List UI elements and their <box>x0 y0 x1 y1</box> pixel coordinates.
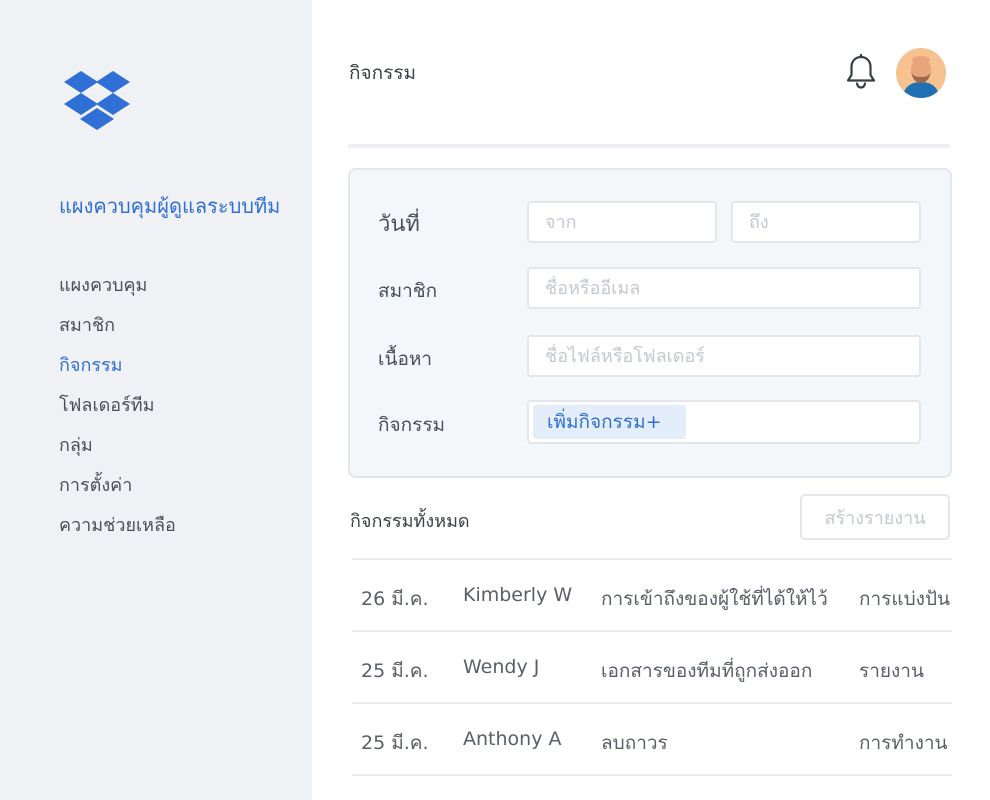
row-user: Anthony A <box>463 728 562 750</box>
row-description: เอกสารของทีมที่ถูกส่งออก <box>601 660 813 682</box>
row-date: 25 มี.ค. <box>361 660 429 682</box>
table-row[interactable]: 25 มี.ค. Anthony A ลบถาวร การทำงาน <box>352 702 952 776</box>
table-row[interactable]: 25 มี.ค. Wendy J เอกสารของทีมที่ถูกส่งออ… <box>352 630 952 702</box>
header-divider <box>348 144 950 148</box>
date-to-input[interactable] <box>731 201 921 243</box>
create-report-button[interactable]: สร้างรายงาน <box>800 494 950 540</box>
sidebar-item-dashboard[interactable]: แผงควบคุม <box>59 268 176 308</box>
member-input[interactable] <box>527 267 921 309</box>
bell-icon[interactable] <box>845 54 877 90</box>
row-description: การเข้าถึงของผู้ใช้ที่ได้ให้ไว้ <box>601 588 828 610</box>
admin-console-title[interactable]: แผงควบคุมผู้ดูแลระบบทีม <box>59 190 280 222</box>
row-date: 26 มี.ค. <box>361 588 429 610</box>
date-label: วันที่ <box>378 212 420 237</box>
sidebar-item-members[interactable]: สมาชิก <box>59 308 176 348</box>
filter-panel: วันที่ สมาชิก เนื้อหา กิจกรรม เพิ่มกิจกร… <box>348 168 952 478</box>
sidebar: แผงควบคุมผู้ดูแลระบบทีม แผงควบคุม สมาชิก… <box>0 0 312 800</box>
user-avatar-icon <box>896 48 946 98</box>
table-row[interactable]: 26 มี.ค. Kimberly W การเข้าถึงของผู้ใช้ท… <box>352 558 952 630</box>
activity-filter-box[interactable]: เพิ่มกิจกรรม+ <box>527 400 921 444</box>
row-user: Kimberly W <box>463 584 573 606</box>
content-input[interactable] <box>527 335 921 377</box>
all-activities-title: กิจกรรมทั้งหมด <box>350 511 470 532</box>
row-type: การแบ่งปัน <box>859 588 951 610</box>
member-label: สมาชิก <box>378 280 438 302</box>
sidebar-item-team-folders[interactable]: โฟลเดอร์ทีม <box>59 388 176 428</box>
page-title: กิจกรรม <box>349 62 417 84</box>
add-activity-chip[interactable]: เพิ่มกิจกรรม+ <box>533 405 686 439</box>
content-label: เนื้อหา <box>378 348 433 370</box>
activity-table: 26 มี.ค. Kimberly W การเข้าถึงของผู้ใช้ท… <box>352 558 952 776</box>
row-description: ลบถาวร <box>601 732 668 754</box>
sidebar-item-activity[interactable]: กิจกรรม <box>59 348 176 388</box>
sidebar-nav: แผงควบคุม สมาชิก กิจกรรม โฟลเดอร์ทีม กลุ… <box>59 268 176 548</box>
sidebar-item-groups[interactable]: กลุ่ม <box>59 428 176 468</box>
sidebar-item-help[interactable]: ความช่วยเหลือ <box>59 508 176 548</box>
row-type: การทำงาน <box>859 732 948 754</box>
dropbox-logo[interactable] <box>64 70 130 130</box>
date-from-input[interactable] <box>527 201 717 243</box>
activity-label: กิจกรรม <box>378 414 446 436</box>
row-type: รายงาน <box>859 660 924 682</box>
main-content: กิจกรรม วันที่ สมาชิก เนื้อหา กิจกรรม เพ… <box>312 0 990 800</box>
row-user: Wendy J <box>463 656 540 678</box>
sidebar-item-settings[interactable]: การตั้งค่า <box>59 468 176 508</box>
avatar[interactable] <box>896 48 946 98</box>
row-date: 25 มี.ค. <box>361 732 429 754</box>
